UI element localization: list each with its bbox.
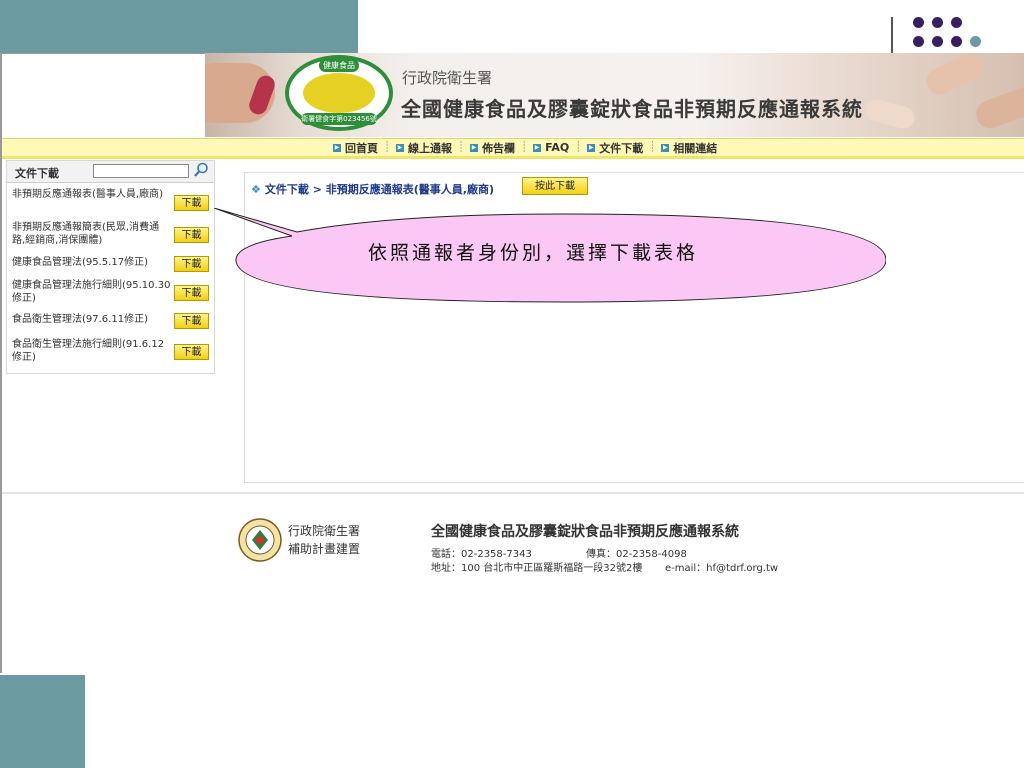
footer-email: e-mail：hf@tdrf.org.tw xyxy=(665,563,779,574)
footer-agency: 行政院衛生署 補助計畫建置 xyxy=(288,524,361,556)
slide-dots-decoration xyxy=(913,17,985,51)
list-item: 非預期反應通報表(醫事人員,廠商) 下載 xyxy=(7,185,214,215)
download-button[interactable]: 下載 xyxy=(174,344,209,360)
ministry-seal-icon xyxy=(238,518,282,562)
nav-item-home[interactable]: ▶ 回首頁 xyxy=(333,140,378,156)
site-banner: 健康食品 衛署健食字第023456號 行政院衛生署 全國健康食品及膠囊錠狀食品非… xyxy=(205,53,1024,137)
search-icon[interactable] xyxy=(193,162,209,178)
nav-item-links[interactable]: ▶ 相關連結 xyxy=(661,140,717,156)
top-nav-bar: ▶ 回首頁 ┊ ▶ 線上通報 ┊ ▶ 佈告欄 ┊ ▶ FAQ ┊ ▶ 文件下載 ┊ ▶ 相關… xyxy=(2,138,1024,159)
health-food-logo: 健康食品 衛署健食字第023456號 xyxy=(285,55,393,131)
slide-divider-line xyxy=(891,17,893,53)
list-item: 健康食品管理法施行細則(95.10.30修正) 下載 xyxy=(7,274,214,307)
sidebar-title: 文件下載 xyxy=(15,167,59,180)
nav-item-downloads[interactable]: ▶ 文件下載 xyxy=(587,140,643,156)
download-button[interactable]: 下載 xyxy=(174,256,209,272)
arrow-icon: ▶ xyxy=(396,143,405,152)
footer-fax: 傳真：02-2358-4098 xyxy=(586,549,687,560)
download-button[interactable]: 下載 xyxy=(174,195,209,211)
list-item: 健康食品管理法(95.5.17修正) 下載 xyxy=(7,248,214,274)
list-item: 食品衛生管理法施行細則(91.6.12修正) 下載 xyxy=(7,332,214,366)
arrow-icon: ▶ xyxy=(533,143,542,152)
sidebar-header: 文件下載 xyxy=(7,161,214,183)
arrow-icon: ▶ xyxy=(333,143,341,152)
callout-text: 依照通報者身份別，選擇下載表格 xyxy=(368,242,699,264)
diamond-icon: ❖ xyxy=(251,183,261,196)
sidebar-search-input[interactable] xyxy=(93,164,189,178)
nav-item-online-report[interactable]: ▶ 線上通報 xyxy=(396,140,452,156)
click-to-download-button[interactable]: 按此下載 xyxy=(522,177,588,195)
arrow-icon: ▶ xyxy=(587,143,596,152)
breadcrumb: ❖ 文件下載 > 非預期反應通報表(醫事人員,廠商) xyxy=(251,183,494,196)
download-button[interactable]: 下載 xyxy=(174,227,209,243)
footer-address: 地址：100 台北市中正區羅斯福路一段32號2樓 xyxy=(431,563,643,574)
banner-system-title: 全國健康食品及膠囊錠狀食品非預期反應通報系統 xyxy=(401,97,863,121)
slide-accent-bar-top xyxy=(0,0,358,53)
nav-item-faq[interactable]: ▶ FAQ xyxy=(533,141,569,154)
banner-agency-name: 行政院衛生署 xyxy=(402,69,493,87)
slide-accent-bar-bottom xyxy=(0,675,85,768)
list-item: 非預期反應通報簡表(民眾,消費通路,經銷商,消保團體) 下載 xyxy=(7,215,214,248)
download-button[interactable]: 下載 xyxy=(174,313,209,329)
download-sidebar: 文件下載 非預期反應通報表(醫事人員,廠商) 下載 非預期反應通報簡表(民眾,消… xyxy=(6,160,215,374)
sidebar-document-list: 非預期反應通報表(醫事人員,廠商) 下載 非預期反應通報簡表(民眾,消費通路,經… xyxy=(7,185,214,366)
footer-divider xyxy=(2,492,1024,494)
download-button[interactable]: 下載 xyxy=(174,285,209,301)
footer-phone: 電話：02-2358-7343 xyxy=(431,549,532,560)
footer-system-title: 全國健康食品及膠囊錠狀食品非預期反應通報系統 xyxy=(431,524,739,540)
list-item: 食品衛生管理法(97.6.11修正) 下載 xyxy=(7,307,214,332)
arrow-icon: ▶ xyxy=(470,143,479,152)
arrow-icon: ▶ xyxy=(661,143,670,152)
nav-item-bulletin[interactable]: ▶ 佈告欄 xyxy=(470,140,515,156)
